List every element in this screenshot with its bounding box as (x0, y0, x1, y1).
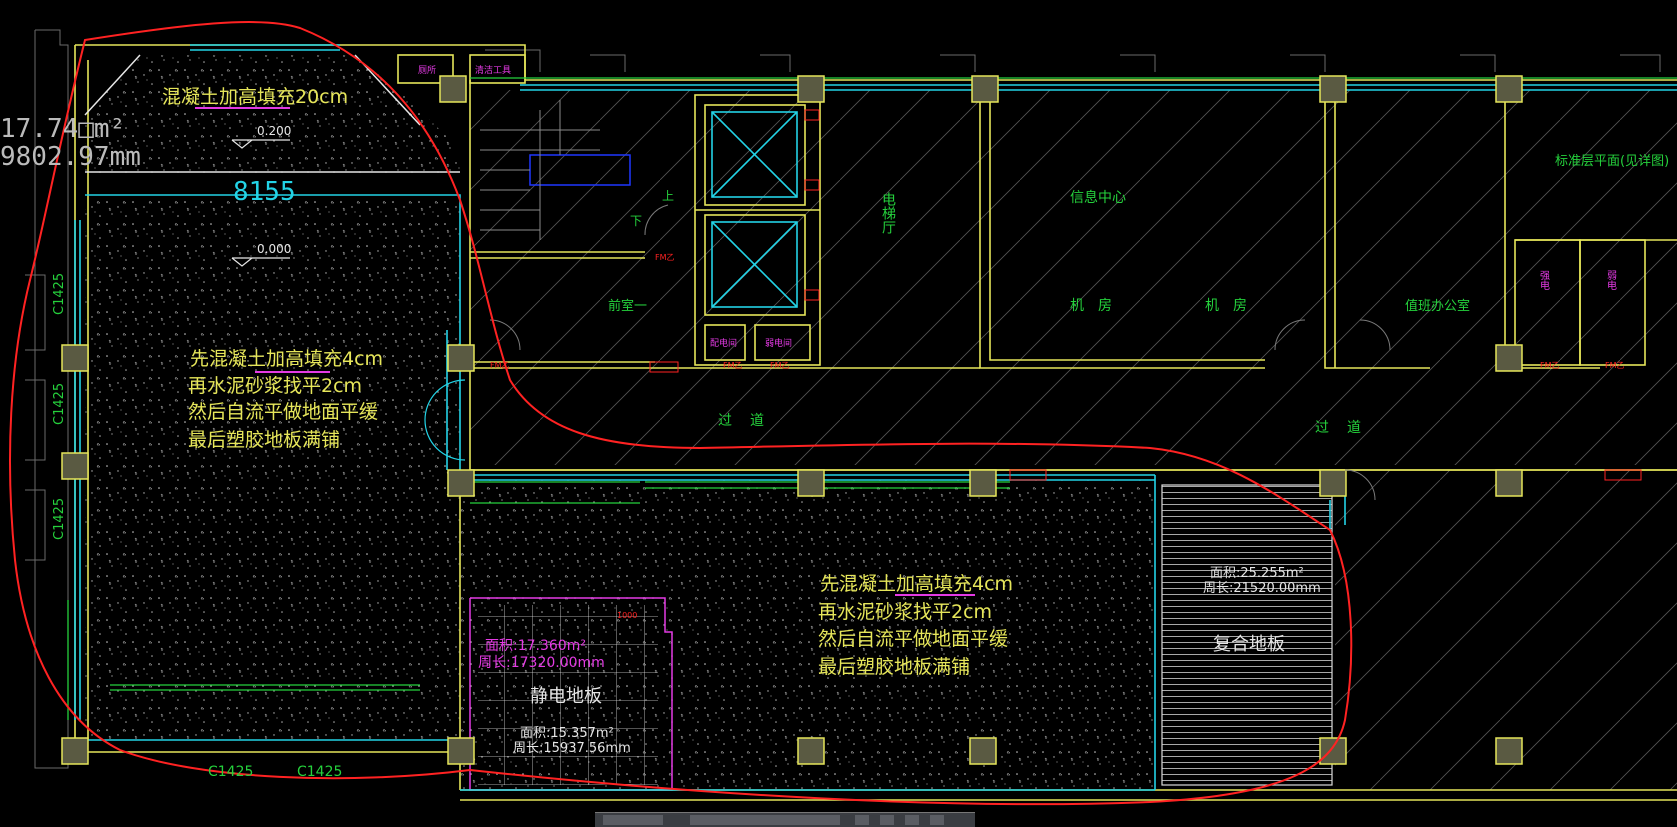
command-line-bar[interactable] (595, 812, 975, 827)
window-label-bottom-2: C1425 (297, 764, 342, 780)
small-room-5: 强电 (1538, 270, 1550, 290)
note-left-line2: 再水泥砂浆找平2cm (188, 375, 362, 397)
note-right-line3: 然后自流平做地面平缓 (818, 628, 1008, 650)
corridor-label-2: 过道 (1315, 420, 1379, 436)
small-room-6: 弱电 (1605, 270, 1617, 290)
door-tag-4: FM乙 (770, 361, 790, 370)
area-readout-partial: 17.74□m² (0, 114, 125, 144)
small-room-3: 配电间 (710, 337, 737, 349)
command-line-icon[interactable] (930, 815, 944, 825)
small-area: 面积:15.357m² (520, 726, 614, 741)
command-line-icon[interactable] (880, 815, 894, 825)
small-room-1: 厕所 (418, 65, 436, 76)
note-fill-20cm: 混凝土加高填充20cm (162, 86, 348, 108)
corridor-label-1: 过道 (718, 413, 782, 429)
perimeter-readout-partial: 9802.97mm (0, 142, 141, 172)
room-machine-2: 机房 (1205, 298, 1261, 314)
command-line-icon[interactable] (905, 815, 919, 825)
door-tag-5: FM乙 (1540, 361, 1560, 370)
note-left-line1: 先混凝土加高填充4cm (190, 348, 383, 370)
note-right-line1: 先混凝土加高填充4cm (820, 573, 1013, 595)
door-tag-6: FM乙 (1605, 361, 1625, 370)
static-floor-label: 静电地板 (530, 686, 602, 707)
room-lobby: 前室一 (608, 298, 647, 314)
room-duty: 值班办公室 (1405, 298, 1470, 314)
room-info-center: 信息中心 (1070, 189, 1126, 206)
small-perimeter: 周长:15937.56mm (513, 741, 631, 756)
static-floor-area: 面积:17.360m² (485, 638, 586, 654)
door-tag-3: FM乙 (723, 361, 743, 370)
stair-up: 上 (662, 189, 674, 203)
door-tag-2: FM乙 (490, 361, 510, 370)
note-right-line4: 最后塑胶地板满铺 (818, 656, 970, 678)
small-room-2: 清洁工具 (475, 64, 511, 76)
elevation-top: 0.200 (257, 124, 291, 138)
command-line-icon[interactable] (855, 815, 869, 825)
note-right-line2: 再水泥砂浆找平2cm (818, 601, 992, 623)
window-label-left-1: C1425 (52, 273, 67, 315)
command-input[interactable] (690, 815, 840, 825)
stair-down: 下 (630, 214, 642, 228)
window-label-left-3: C1425 (52, 498, 67, 540)
window-label-left-2: C1425 (52, 383, 67, 425)
door-tag-1: FM乙 (655, 253, 675, 262)
standard-floor-note: 标准层平面(见详图) (1555, 154, 1669, 169)
composite-floor-area: 面积:25.255m² (1210, 566, 1304, 581)
cad-drawing-canvas[interactable]: 混凝土加高填充20cm 0.200 0.000 8155 17.74□m² 98… (0, 0, 1677, 826)
static-floor-perimeter: 周长:17320.00mm (478, 655, 605, 671)
elevation-mid: 0.000 (257, 242, 291, 256)
dimension-width: 8155 (233, 177, 296, 207)
room-machine-1: 机房 (1070, 298, 1126, 314)
room-elevator-hall: 电梯厅 (880, 192, 896, 234)
composite-floor-label: 复合地板 (1213, 634, 1285, 655)
command-line-segment[interactable] (603, 815, 663, 825)
note-left-line3: 然后自流平做地面平缓 (188, 401, 378, 423)
note-left-line4: 最后塑胶地板满铺 (188, 429, 340, 451)
small-room-4: 弱电间 (765, 337, 792, 349)
window-label-bottom-1: C1425 (208, 764, 253, 780)
dimension-1000: 1000 (617, 611, 637, 620)
composite-floor-perimeter: 周长:21520.00mm (1203, 581, 1321, 596)
